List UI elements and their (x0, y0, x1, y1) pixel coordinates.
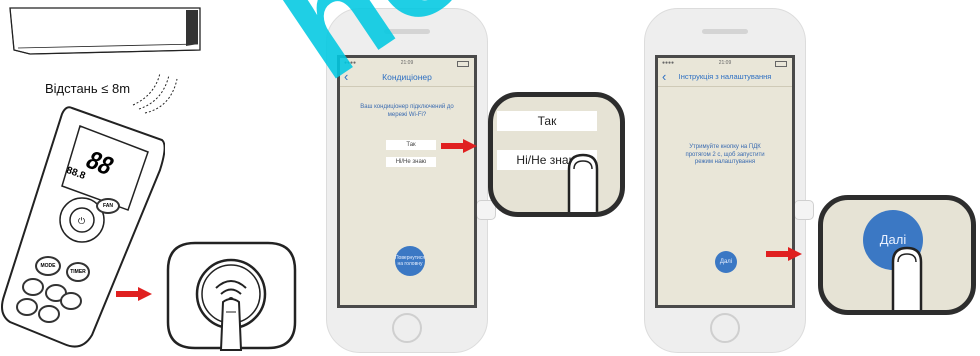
svg-text:⏻: ⏻ (78, 216, 85, 226)
yes-button[interactable]: Так (386, 140, 436, 150)
connection-question: Ваш кондиціонер підключений до мережі Wi… (360, 104, 454, 118)
remote-extra-button-4[interactable] (38, 305, 60, 323)
nav-bar: ‹ Інструкція з налаштування (658, 68, 792, 87)
page-title: Інструкція з налаштування (678, 72, 772, 81)
setup-instruction: Утримуйте кнопку на ПДК протягом 2 с, що… (685, 144, 765, 165)
return-home-button[interactable]: Повернутися на головну (395, 246, 425, 276)
remote-extra-button-5[interactable] (60, 292, 82, 310)
zoom-options-panel: Так Ні/Не знаю (488, 92, 625, 217)
remote-extra-button-3[interactable] (16, 298, 38, 316)
home-button[interactable] (392, 313, 422, 343)
remote-mode-button[interactable]: MODE (35, 256, 61, 276)
page-title: Кондиціонер (382, 72, 432, 82)
finger-icon (891, 246, 923, 310)
remote-extra-button-1[interactable] (22, 278, 44, 296)
zoom-yes-button[interactable]: Так (497, 111, 597, 131)
zoom-next-panel: Далі (818, 195, 976, 315)
remote-timer-button[interactable]: TIMER (66, 262, 90, 282)
status-time: 21:09 (718, 60, 732, 66)
phone-speaker (384, 29, 430, 34)
zoomed-wifi-button (165, 240, 298, 351)
distance-label: Відстань ≤ 8m (45, 81, 131, 96)
status-bar: ●●●● 21:09 (658, 58, 792, 68)
phone-2: ●●●● 21:09 ‹ Інструкція з налаштування У… (644, 8, 814, 353)
no-dont-know-button[interactable]: Ні/Не знаю (386, 157, 436, 167)
phone-1: ●●●● 21:09 ‹ Кондиціонер Ваш кондиціонер… (326, 8, 496, 353)
home-button[interactable] (710, 313, 740, 343)
status-time: 21:09 (400, 60, 414, 66)
finger-icon (567, 153, 599, 212)
remote-control: ⏻ 88 88.8 MODE TIMER FAN (0, 100, 166, 351)
status-bar: ●●●● 21:09 (340, 58, 474, 68)
arrow-right-icon (766, 247, 802, 261)
next-button[interactable]: Далі (715, 251, 737, 273)
nav-bar: ‹ Кондиціонер (340, 68, 474, 87)
phone-side-button[interactable] (794, 200, 814, 220)
phone-1-screen: ●●●● 21:09 ‹ Кондиціонер Ваш кондиціонер… (337, 55, 477, 308)
remote-fan-button[interactable]: FAN (96, 198, 120, 214)
arrow-right-icon (116, 287, 152, 301)
arrow-right-icon (441, 139, 477, 153)
phone-speaker (702, 29, 748, 34)
phone-2-screen: ●●●● 21:09 ‹ Інструкція з налаштування У… (655, 55, 795, 308)
